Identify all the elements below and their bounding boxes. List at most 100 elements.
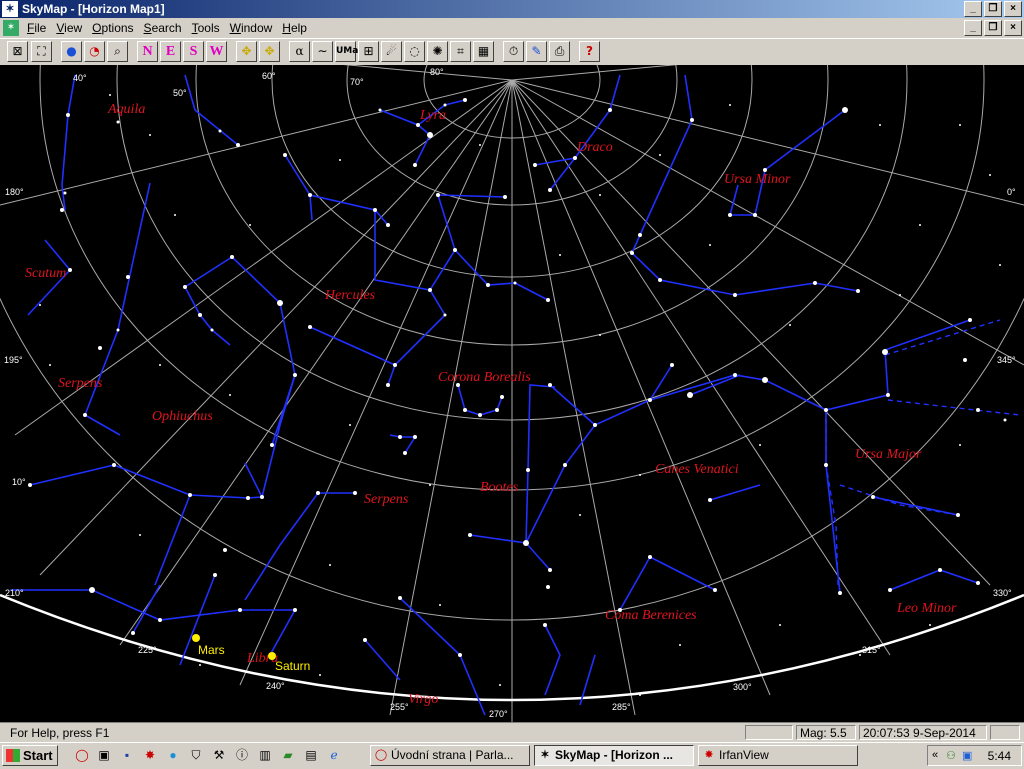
label-serpens-cauda: Serpens [364, 492, 409, 507]
menu-file[interactable]: File [22, 21, 51, 35]
label-hercules: Hercules [324, 288, 376, 303]
menu-help[interactable]: Help [277, 21, 312, 35]
print-icon[interactable]: ⎙ [549, 41, 570, 62]
task-skymap[interactable]: ✶ SkyMap - [Horizon ... [534, 745, 694, 766]
task-browser-label: Úvodní strana | Parla... [391, 748, 514, 762]
grid-toggle-icon[interactable]: ⊞ [358, 41, 379, 62]
tray-monitor-icon[interactable]: ▣ [962, 749, 972, 762]
zoom-fit-icon[interactable]: ⊠ [7, 41, 28, 62]
az-label-10: 10° [12, 477, 26, 487]
close-button[interactable]: × [1004, 1, 1022, 17]
alt-label-50: 50° [173, 88, 187, 98]
minimize-button[interactable]: _ [964, 1, 982, 17]
timer-icon[interactable]: ⏱ [503, 41, 524, 62]
west-button[interactable]: W [206, 41, 227, 62]
east-button[interactable]: E [160, 41, 181, 62]
label-ophiuchus: Ophiuchus [152, 409, 213, 424]
shield-icon[interactable]: ⛉ [188, 747, 204, 763]
comet-icon[interactable]: ☄ [381, 41, 402, 62]
label-virgo: Virgo [408, 692, 438, 707]
skymap-task-icon: ✶ [540, 749, 550, 761]
doc-restore-button[interactable]: ❐ [984, 20, 1002, 36]
az-label-225: 225° [138, 645, 157, 655]
opera-icon[interactable]: ◯ [74, 747, 90, 763]
zoom-area-icon[interactable]: ⛶ [31, 41, 52, 62]
tray-expand-chevron[interactable]: « [932, 749, 938, 761]
app-quicklaunch-icon[interactable]: ▣ [96, 747, 112, 763]
constellation-names: Aquila Lyra Draco Ursa Minor Scutum Herc… [25, 102, 957, 707]
label-saturn: Saturn [275, 659, 310, 673]
label-draco: Draco [576, 140, 613, 155]
ie-icon[interactable]: ℯ [326, 747, 342, 763]
browser-quick-icon[interactable]: ● [165, 747, 181, 763]
pen-icon[interactable]: ✎ [526, 41, 547, 62]
task-skymap-label: SkyMap - [Horizon ... [555, 748, 674, 762]
irfanview-task-icon: ✸ [704, 749, 714, 761]
doc-minimize-button[interactable]: _ [964, 20, 982, 36]
menu-options[interactable]: Options [87, 21, 138, 35]
az-label-345: 345° [997, 355, 1016, 365]
center-stars-icon[interactable]: ✥ [236, 41, 257, 62]
clock-icon[interactable]: ◔ [84, 41, 105, 62]
calculator-icon[interactable]: ▥ [257, 747, 273, 763]
menu-search[interactable]: Search [139, 21, 187, 35]
status-help-text: For Help, press F1 [10, 726, 110, 740]
task-irfanview-label: IrfanView [719, 748, 769, 762]
az-label-270: 270° [489, 709, 508, 719]
restore-button[interactable]: ❐ [984, 1, 1002, 17]
label-corona-borealis: Corona Borealis [438, 370, 531, 385]
tools-icon[interactable]: ⚒ [211, 747, 227, 763]
flag-app-icon[interactable]: ▰ [280, 747, 296, 763]
label-serpens-caput: Serpens [58, 376, 103, 391]
star-field [28, 94, 1007, 696]
info-icon[interactable]: ⓘ [234, 747, 250, 763]
label-leo-minor: Leo Minor [896, 601, 957, 616]
globe-icon[interactable]: ● [61, 41, 82, 62]
constellation-lines-icon[interactable]: ⌗ [450, 41, 471, 62]
label-ursa-major: Ursa Major [855, 447, 922, 462]
alpha-button[interactable]: α [289, 41, 310, 62]
context-help-icon[interactable]: ? [579, 41, 600, 62]
alt-az-grid-icon[interactable]: ▦ [473, 41, 494, 62]
north-button[interactable]: N [137, 41, 158, 62]
galaxy-icon[interactable]: ◌ [404, 41, 425, 62]
grid-labels: 40° 50° 60° 70° 80° 180° 195° 210° 225° … [4, 67, 1016, 719]
label-lyra: Lyra [419, 108, 446, 123]
floppy-icon[interactable]: ▪ [119, 747, 135, 763]
stars-icon[interactable]: ✥ [259, 41, 280, 62]
az-label-255: 255° [390, 702, 409, 712]
tray-network-icon[interactable]: ⚇ [946, 749, 956, 762]
windows-logo-icon [6, 749, 20, 762]
south-button[interactable]: S [183, 41, 204, 62]
horizon-map[interactable]: Aquila Lyra Draco Ursa Minor Scutum Herc… [0, 65, 1024, 722]
menu-view[interactable]: View [51, 21, 87, 35]
media-icon[interactable]: ▤ [303, 747, 319, 763]
constellation-lines [10, 74, 979, 716]
az-label-330: 330° [993, 588, 1012, 598]
irfanview-quick-icon[interactable]: ✸ [142, 747, 158, 763]
task-irfanview[interactable]: ✸ IrfanView [698, 745, 858, 766]
task-browser[interactable]: ◯ Úvodní strana | Parla... [370, 745, 530, 766]
label-coma-berenices: Coma Berenices [605, 608, 697, 623]
az-label-0: 0° [1007, 187, 1016, 197]
uma-button[interactable]: UMa [335, 41, 358, 62]
milky-way-icon[interactable]: ∼ [312, 41, 333, 62]
az-label-240: 240° [266, 681, 285, 691]
status-magnitude: Mag: 5.5 [796, 725, 856, 740]
menu-window[interactable]: Window [225, 21, 278, 35]
menu-tools[interactable]: Tools [187, 21, 225, 35]
mars-marker[interactable] [192, 634, 200, 642]
skymap-app-icon[interactable]: ✶ [2, 1, 18, 17]
doc-close-button[interactable]: × [1004, 20, 1022, 36]
status-datetime: 20:07:53 9-Sep-2014 [859, 725, 987, 740]
nebula-icon[interactable]: ✺ [427, 41, 448, 62]
label-bootes: Bootes [480, 480, 519, 495]
tray-clock[interactable]: 5:44 [988, 749, 1011, 763]
find-icon[interactable]: ⌕ [107, 41, 128, 62]
opera-task-icon: ◯ [374, 749, 388, 761]
start-button[interactable]: Start [2, 745, 58, 766]
status-extra-pane [990, 725, 1020, 740]
az-label-285: 285° [612, 702, 631, 712]
document-icon[interactable]: ✶ [3, 20, 19, 36]
alt-label-60: 60° [262, 71, 276, 81]
